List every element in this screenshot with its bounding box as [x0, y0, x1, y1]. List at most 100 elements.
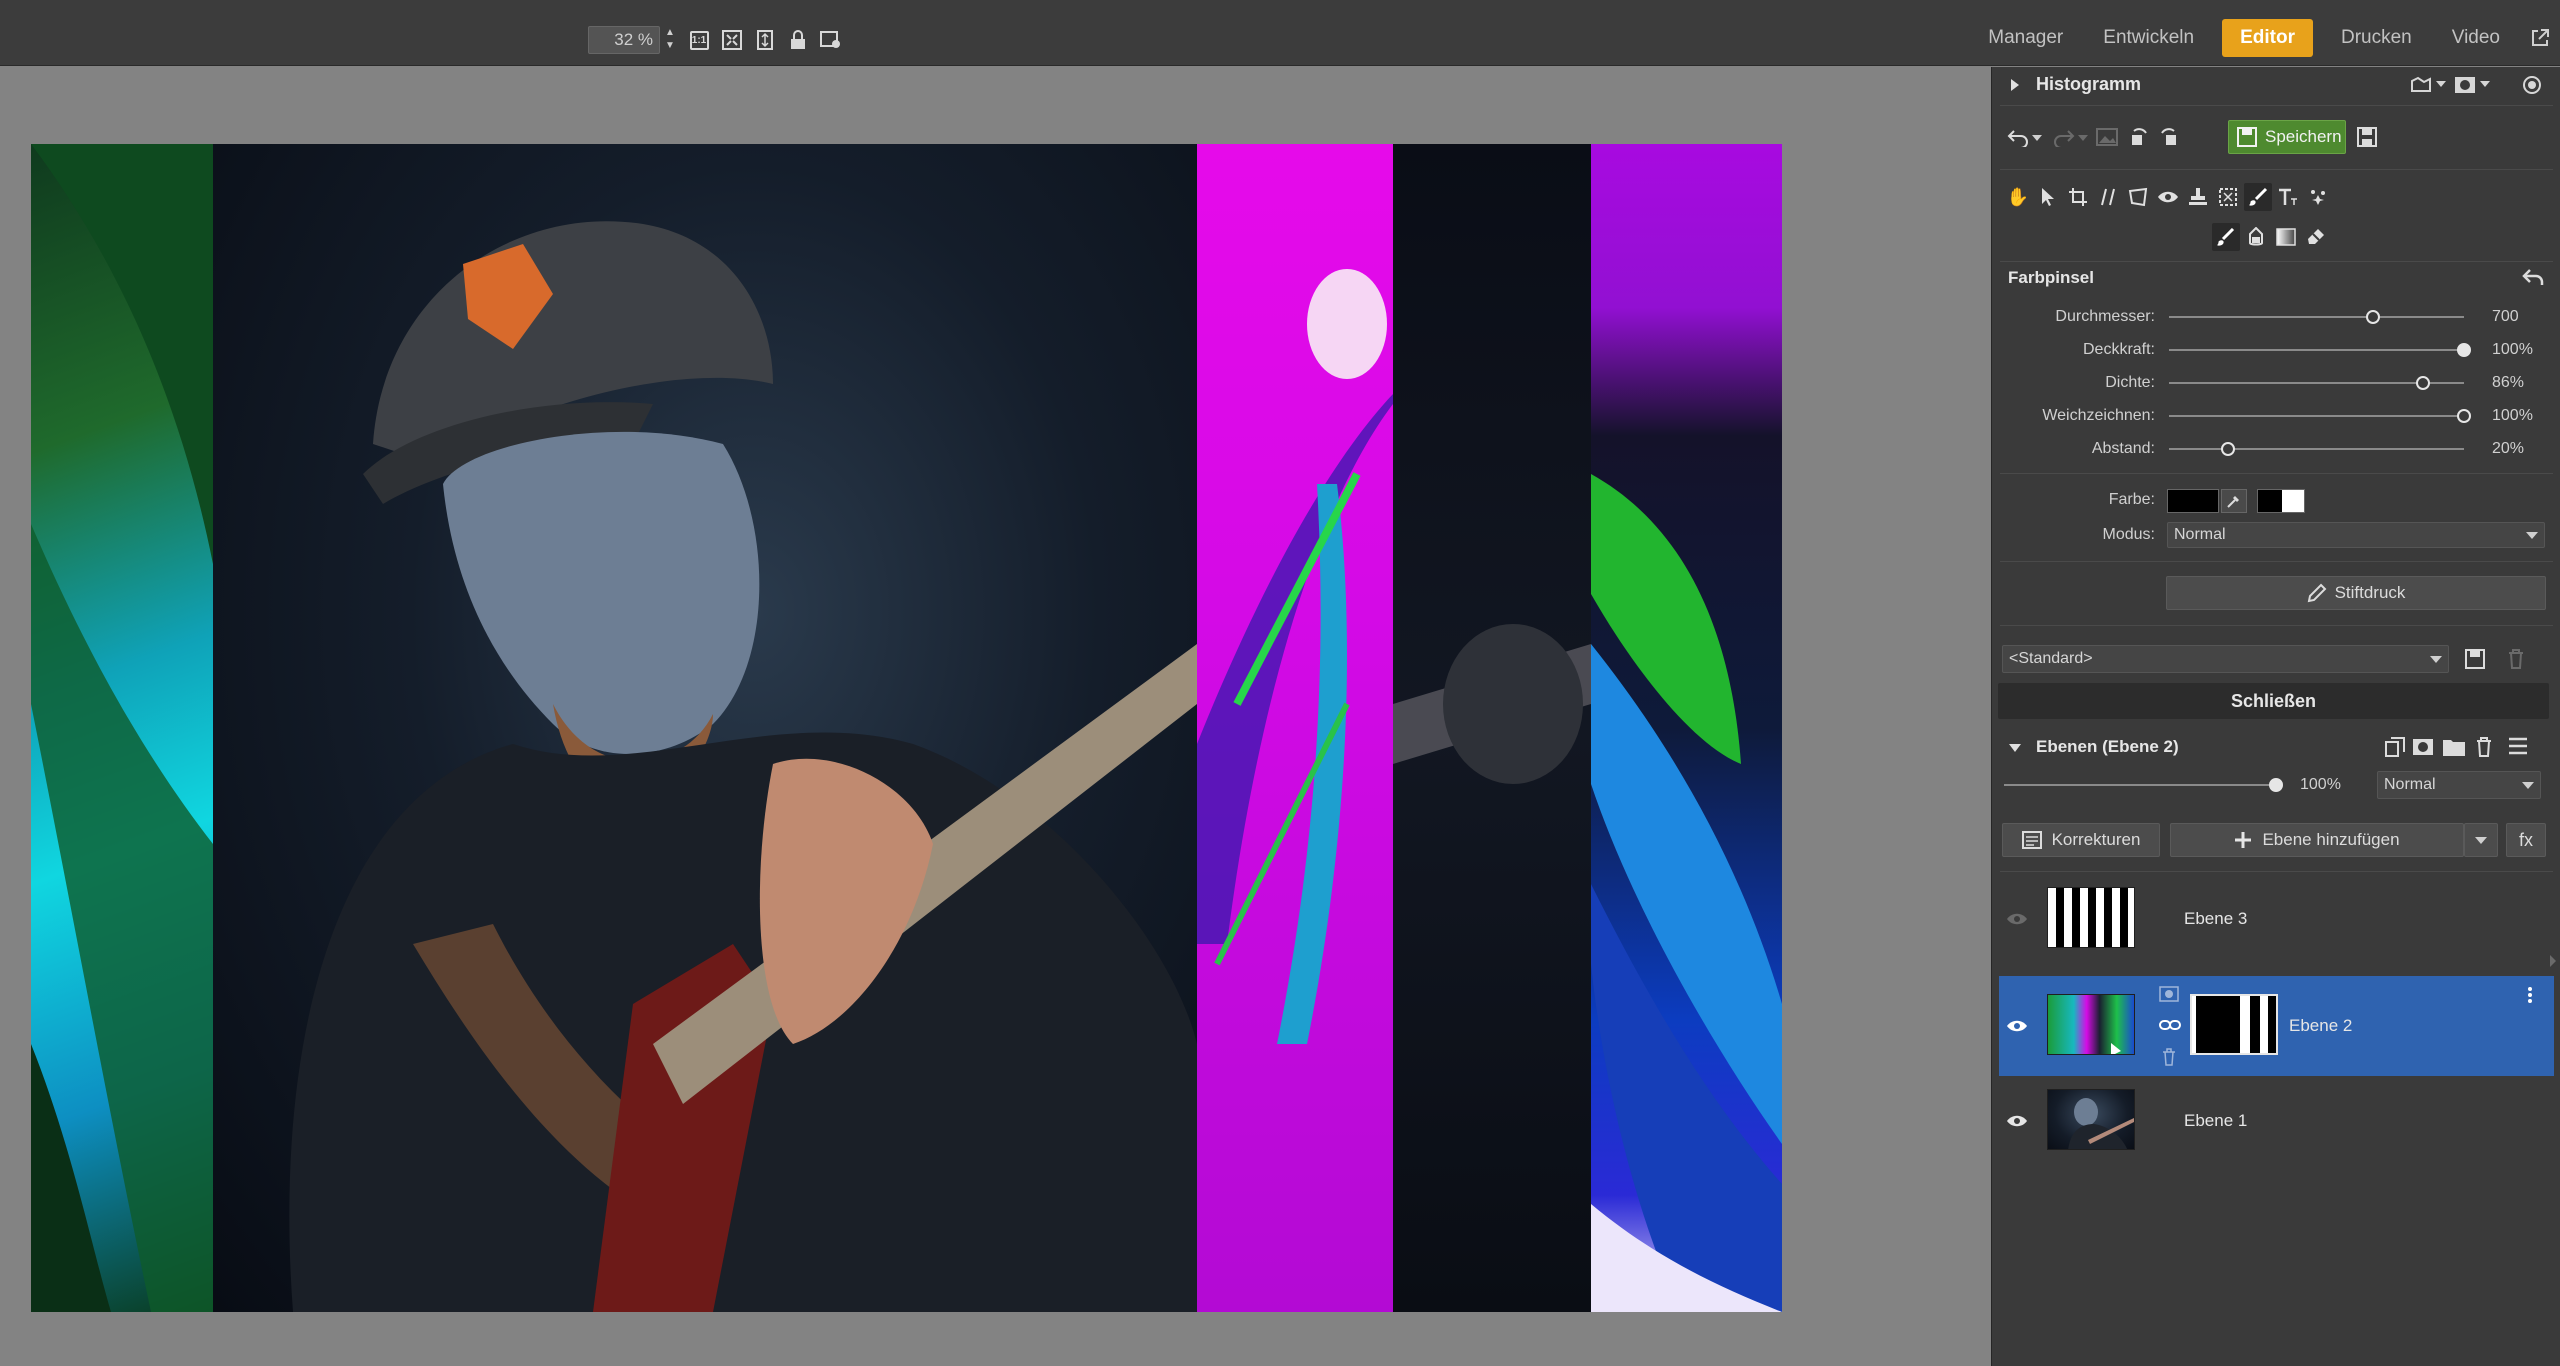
- slider-track[interactable]: [2169, 376, 2464, 390]
- mask-indicator-icon[interactable]: [2159, 986, 2179, 1002]
- save-disk-icon: [2237, 127, 2257, 147]
- tab-editor[interactable]: Editor: [2222, 19, 2313, 57]
- layer-row[interactable]: Ebene 1: [1999, 1076, 2554, 1168]
- transform-tool-icon[interactable]: [2124, 183, 2152, 211]
- zoom-1to1-icon[interactable]: 1:1: [686, 26, 712, 54]
- slider-track[interactable]: [2169, 409, 2471, 423]
- gradient-icon[interactable]: [2272, 223, 2300, 251]
- tab-drucken[interactable]: Drucken: [2321, 19, 2432, 57]
- effects-tool-icon[interactable]: [2304, 183, 2332, 211]
- external-window-icon[interactable]: [2520, 19, 2560, 57]
- slider-track[interactable]: [2169, 343, 2471, 357]
- duplicate-layer-icon[interactable]: [2384, 736, 2406, 758]
- save-preset-icon[interactable]: [2464, 648, 2486, 670]
- slider-knob[interactable]: [2415, 376, 2430, 390]
- straighten-tool-icon[interactable]: [2094, 183, 2122, 211]
- fit-screen-icon[interactable]: [719, 26, 745, 54]
- divider: [2000, 261, 2553, 262]
- blend-mode-select[interactable]: Normal: [2377, 771, 2541, 799]
- link-icon[interactable]: [2159, 1018, 2181, 1032]
- delete-layer-icon[interactable]: [2474, 736, 2494, 758]
- undo-icon[interactable]: [2006, 127, 2030, 147]
- visibility-eye-icon[interactable]: [2006, 908, 2028, 930]
- slider-knob[interactable]: [2365, 310, 2380, 324]
- zoom-input[interactable]: 32 %: [588, 26, 660, 54]
- color-swatch[interactable]: [2167, 489, 2219, 513]
- add-layer-button[interactable]: Ebene hinzufügen: [2170, 823, 2464, 857]
- layer-row[interactable]: Ebene 3: [1999, 874, 2554, 966]
- fill-bucket-icon[interactable]: [2242, 223, 2270, 251]
- preset-select[interactable]: <Standard>: [2002, 645, 2449, 673]
- delete-mask-icon[interactable]: [2161, 1048, 2177, 1066]
- slider-knob[interactable]: [2457, 409, 2471, 423]
- menu-icon[interactable]: [2508, 737, 2528, 755]
- delete-preset-icon[interactable]: [2506, 648, 2526, 670]
- corrections-button[interactable]: Korrekturen: [2002, 823, 2160, 857]
- selection-tool-icon[interactable]: [2214, 183, 2242, 211]
- fit-height-icon[interactable]: [752, 26, 778, 54]
- zoom-stepper[interactable]: ▲ ▼: [662, 26, 678, 54]
- red-eye-tool-icon[interactable]: [2154, 183, 2182, 211]
- edited-photo[interactable]: [31, 144, 1782, 1312]
- chevron-down-icon[interactable]: [2480, 81, 2490, 87]
- expand-triangle-icon[interactable]: [2010, 78, 2020, 92]
- close-button[interactable]: Schließen: [1998, 683, 2549, 719]
- rotate-left-icon[interactable]: [2128, 125, 2152, 149]
- view-settings-icon[interactable]: [818, 26, 844, 54]
- slider-value: 700: [2492, 308, 2519, 325]
- layer-opacity-slider[interactable]: [2004, 778, 2283, 792]
- folder-icon[interactable]: [2442, 736, 2466, 758]
- pen-pressure-label: Stiftdruck: [2334, 583, 2406, 602]
- more-options-icon[interactable]: [2527, 986, 2533, 1004]
- redo-icon[interactable]: [2052, 127, 2076, 147]
- mode-label: Modus:: [2102, 526, 2155, 543]
- clone-stamp-tool-icon[interactable]: [2184, 183, 2212, 211]
- save-button[interactable]: Speichern: [2228, 120, 2346, 154]
- slider-knob[interactable]: [2457, 343, 2471, 357]
- crop-tool-icon[interactable]: [2064, 183, 2092, 211]
- panel-collapse-arrow-icon[interactable]: [2548, 953, 2558, 969]
- reset-icon[interactable]: [2522, 267, 2544, 287]
- select-tool-icon[interactable]: [2034, 183, 2062, 211]
- image-canvas[interactable]: [0, 67, 1990, 1366]
- visibility-eye-icon[interactable]: [2006, 1015, 2028, 1037]
- tab-manager[interactable]: Manager: [1968, 19, 2083, 57]
- brush-mode-select[interactable]: Normal: [2167, 522, 2545, 548]
- save-as-icon[interactable]: [2356, 126, 2378, 148]
- slider-track[interactable]: [2169, 310, 2464, 324]
- visibility-eye-icon[interactable]: [2006, 1110, 2028, 1132]
- photo-strip-plant-right: [1591, 144, 1782, 1312]
- slider-knob[interactable]: [2221, 442, 2235, 456]
- paint-brush-icon[interactable]: [2212, 223, 2240, 251]
- slider-track[interactable]: [2169, 442, 2464, 456]
- layer-mask-icon[interactable]: [2412, 736, 2434, 758]
- chevron-down-icon[interactable]: [2078, 135, 2088, 141]
- module-tabs: Manager Entwickeln Editor Drucken Video: [1968, 18, 2560, 58]
- settings-icon[interactable]: [2522, 75, 2542, 95]
- brush-tool-icon[interactable]: [2244, 183, 2272, 211]
- tool-palette: ✋: [1992, 179, 2560, 259]
- tab-video[interactable]: Video: [2432, 19, 2520, 57]
- layer-opacity-knob[interactable]: [2269, 778, 2283, 792]
- tab-entwickeln[interactable]: Entwickeln: [2083, 19, 2214, 57]
- mask-thumbnail[interactable]: [2190, 994, 2278, 1055]
- collapse-triangle-icon[interactable]: [2008, 743, 2022, 753]
- layer-row-selected[interactable]: Ebene 2: [1999, 976, 2554, 1076]
- eraser-icon[interactable]: [2302, 223, 2330, 251]
- histogram-header[interactable]: Histogramm: [1992, 67, 2560, 103]
- lock-icon[interactable]: [785, 26, 811, 54]
- black-white-swap[interactable]: [2257, 489, 2305, 513]
- chevron-down-icon[interactable]: [2436, 81, 2446, 87]
- image-history-icon[interactable]: [2096, 127, 2118, 147]
- histogram-options-icon[interactable]: [2410, 76, 2432, 94]
- fx-button[interactable]: fx: [2506, 823, 2546, 857]
- mask-view-icon[interactable]: [2454, 75, 2476, 95]
- text-tool-icon[interactable]: [2274, 183, 2302, 211]
- pen-pressure-button[interactable]: Stiftdruck: [2166, 576, 2546, 610]
- eyedropper-icon[interactable]: [2221, 489, 2247, 513]
- layers-header[interactable]: Ebenen (Ebene 2): [1992, 727, 2560, 767]
- chevron-down-icon[interactable]: [2032, 135, 2042, 141]
- rotate-right-icon[interactable]: [2156, 125, 2180, 149]
- hand-tool-icon[interactable]: ✋: [2004, 183, 2032, 211]
- add-layer-dropdown[interactable]: [2464, 823, 2498, 857]
